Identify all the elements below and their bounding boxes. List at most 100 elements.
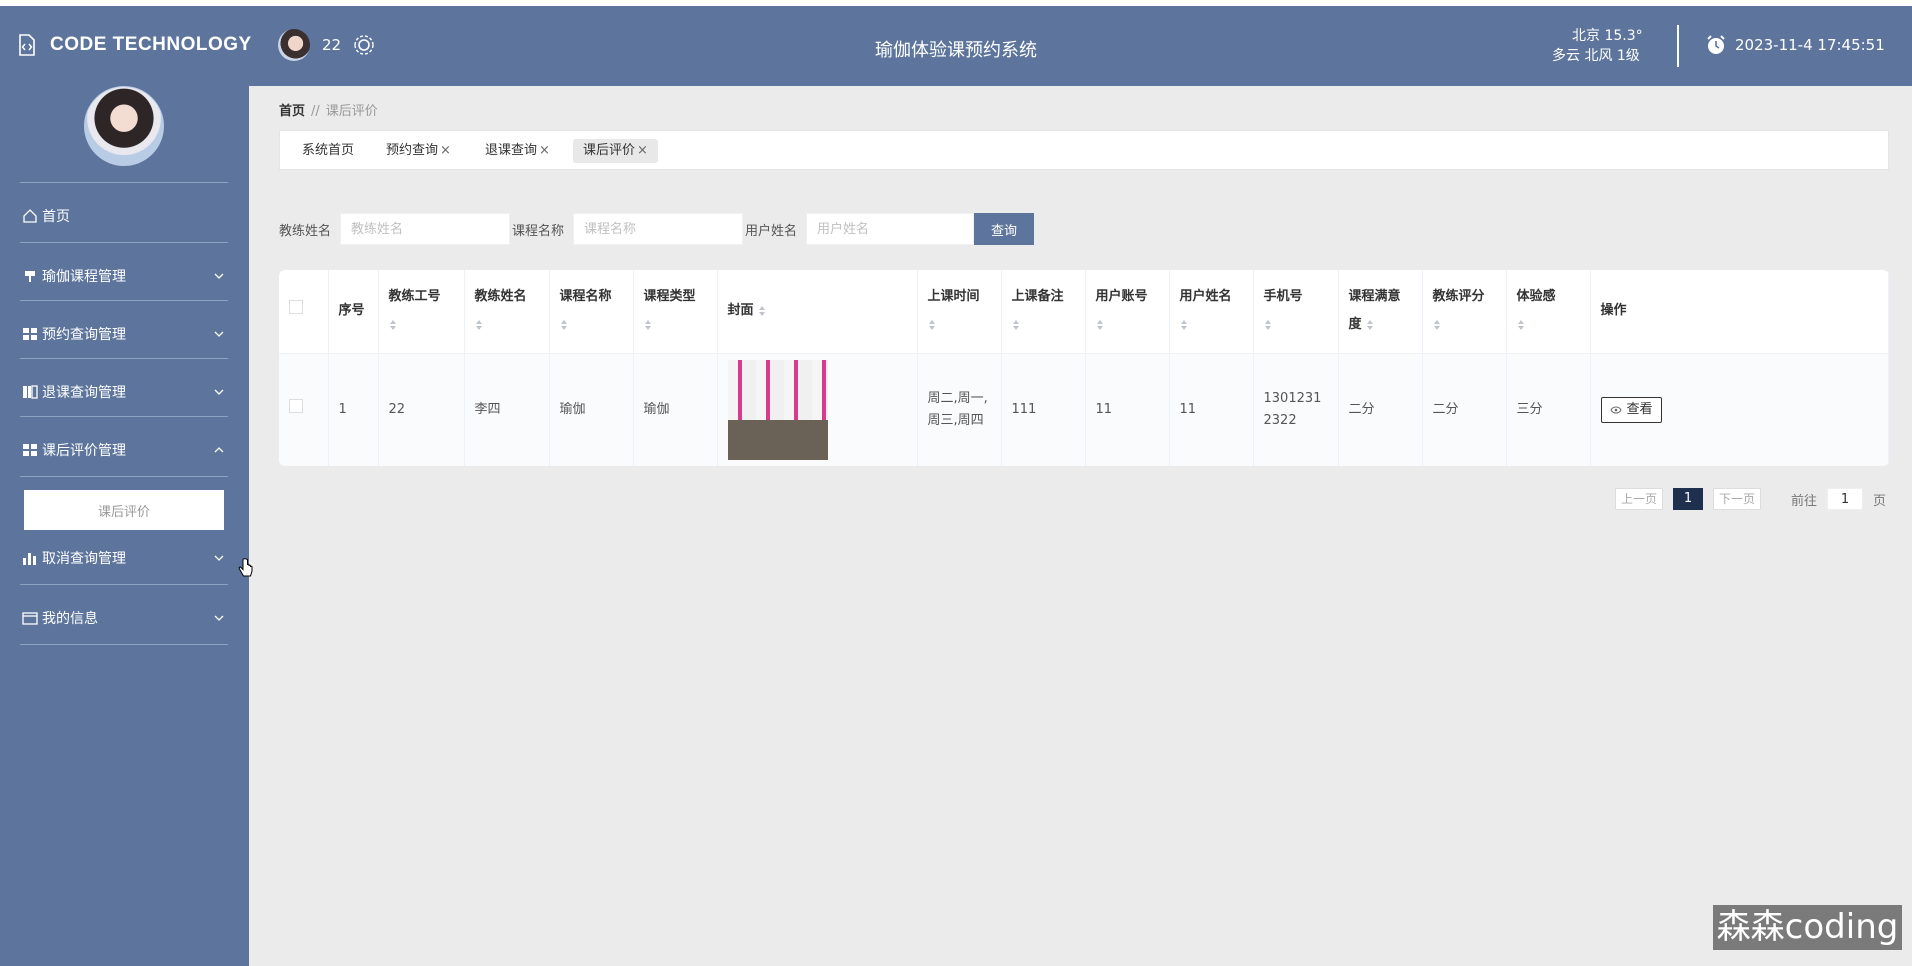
column-header: 序号	[328, 270, 379, 354]
home-icon	[23, 209, 37, 223]
column-header[interactable]: 封面	[717, 270, 918, 354]
breadcrumb-home[interactable]: 首页	[279, 104, 305, 119]
cell-course-name: 瑜伽	[549, 353, 634, 466]
next-page-button[interactable]: 下一页	[1713, 488, 1762, 510]
cell-note: 111	[1001, 353, 1086, 466]
column-header[interactable]: 课程满意度	[1338, 270, 1423, 354]
row-select-cell	[279, 353, 329, 466]
sidebar-item-label: 我的信息	[42, 611, 98, 627]
tab-booking-query[interactable]: 预约查询 ×	[382, 139, 455, 163]
column-header[interactable]: 用户账号	[1085, 270, 1170, 354]
sidebar-item-review-manage[interactable]: 课后评价管理	[22, 438, 232, 462]
sort-icon[interactable]	[1517, 319, 1525, 331]
column-header[interactable]: 课程名称	[549, 270, 634, 354]
goto-page-input[interactable]	[1827, 488, 1864, 510]
column-header-label: 教练姓名	[474, 289, 527, 305]
sort-icon[interactable]	[1012, 319, 1020, 331]
page-number-current[interactable]: 1	[1673, 488, 1704, 510]
prev-page-button[interactable]: 上一页	[1615, 488, 1664, 510]
sidebar-item-home[interactable]: 首页	[22, 204, 232, 228]
table-row: 1 22 李四 瑜伽 瑜伽 周二,周一,周三,周四 111 11 11 1301…	[279, 353, 1889, 466]
bookmark-icon	[25, 271, 35, 282]
eye-icon	[1609, 406, 1622, 414]
chevron-down-icon	[214, 555, 224, 561]
column-header[interactable]: 课程类型	[633, 270, 718, 354]
cell-cover	[717, 353, 918, 466]
cell-coach-score: 二分	[1422, 353, 1507, 466]
cell-index: 1	[328, 353, 379, 466]
page-unit-label: 页	[1873, 493, 1887, 509]
column-header[interactable]: 用户姓名	[1169, 270, 1254, 354]
sort-icon[interactable]	[1366, 319, 1374, 331]
header-avatar[interactable]	[278, 29, 310, 61]
sort-icon[interactable]	[758, 305, 766, 317]
column-header[interactable]: 教练工号	[378, 270, 465, 354]
divider	[20, 300, 228, 301]
sort-icon[interactable]	[928, 319, 936, 331]
column-header[interactable]: 教练评分	[1422, 270, 1507, 354]
weather-location-temp: 北京 15.3°	[1572, 28, 1643, 44]
coach-name-input[interactable]	[340, 213, 511, 245]
view-button-label: 查看	[1626, 401, 1653, 417]
coach-name-label: 教练姓名	[279, 223, 332, 239]
tab-label: 系统首页	[302, 143, 355, 158]
column-header[interactable]: 教练姓名	[464, 270, 550, 354]
book-icon	[23, 385, 38, 399]
sidebar-item-label: 瑜伽课程管理	[42, 269, 126, 285]
sort-icon[interactable]	[1096, 319, 1104, 331]
weather-widget: 北京 15.3° 多云 北风 1级	[1552, 26, 1643, 66]
header-username[interactable]: 22	[322, 36, 341, 54]
data-table: 序号 教练工号 教练姓名 课程名称 课程类型 封面 上课时间 上课备注 用户账号…	[279, 270, 1889, 466]
row-checkbox[interactable]	[289, 398, 303, 413]
view-button[interactable]: 查看	[1600, 396, 1662, 423]
sidebar-item-booking-query[interactable]: 预约查询管理	[22, 322, 232, 346]
tab-withdraw-query[interactable]: 退课查询 ×	[481, 139, 554, 163]
close-icon[interactable]: ×	[440, 143, 451, 158]
sort-icon[interactable]	[1264, 319, 1272, 331]
sidebar-subitem-review[interactable]: 课后评价	[24, 490, 224, 530]
select-all-checkbox[interactable]	[289, 300, 303, 315]
sidebar-item-cancel-query[interactable]: 取消查询管理	[22, 546, 232, 570]
sort-icon[interactable]	[389, 319, 397, 331]
column-header-label: 用户姓名	[1179, 289, 1232, 305]
column-header: 操作	[1590, 270, 1889, 354]
settings-icon[interactable]	[351, 32, 377, 58]
tab-home[interactable]: 系统首页	[298, 139, 358, 163]
system-title: 瑜伽体验课预约系统	[875, 40, 1037, 61]
course-name-label: 课程名称	[512, 223, 565, 239]
card-icon	[22, 612, 38, 625]
sort-icon[interactable]	[560, 319, 568, 331]
search-button[interactable]: 查询	[974, 213, 1035, 245]
column-header[interactable]: 上课备注	[1001, 270, 1086, 354]
sort-icon[interactable]	[1433, 319, 1441, 331]
divider	[20, 416, 228, 417]
cell-coach-name: 李四	[464, 353, 550, 466]
column-header-label: 上课备注	[1011, 289, 1064, 305]
sidebar-item-label: 首页	[42, 209, 70, 225]
column-header[interactable]: 体验感	[1506, 270, 1591, 354]
close-icon[interactable]: ×	[637, 143, 648, 158]
chevron-up-icon	[214, 447, 224, 453]
course-name-input[interactable]	[573, 213, 744, 245]
search-form: 教练姓名 课程名称 用户姓名 查询	[279, 213, 1035, 245]
sidebar-item-label: 课后评价管理	[42, 443, 126, 459]
column-header[interactable]: 上课时间	[917, 270, 1002, 354]
sort-icon[interactable]	[1180, 319, 1188, 331]
column-header-label: 手机号	[1263, 289, 1303, 305]
alarm-clock-icon	[1707, 35, 1725, 54]
column-header[interactable]: 手机号	[1253, 270, 1339, 354]
table-header-row: 序号 教练工号 教练姓名 课程名称 课程类型 封面 上课时间 上课备注 用户账号…	[279, 270, 1889, 354]
sidebar-item-withdraw-query[interactable]: 退课查询管理	[22, 380, 232, 404]
sidebar-item-yoga-course[interactable]: 瑜伽课程管理	[22, 264, 232, 288]
sort-icon[interactable]	[475, 319, 483, 331]
sort-icon[interactable]	[644, 319, 652, 331]
weather-condition: 多云 北风 1级	[1552, 48, 1640, 64]
divider	[20, 182, 228, 183]
tab-review[interactable]: 课后评价 ×	[573, 139, 658, 163]
breadcrumb: 首页 // 课后评价	[279, 100, 378, 119]
pagination: 上一页 1 下一页 前往 页	[1615, 488, 1886, 510]
close-icon[interactable]: ×	[539, 143, 550, 158]
user-name-input[interactable]	[806, 213, 975, 245]
clock: 2023-11-4 17:45:51	[1705, 34, 1885, 56]
sidebar-item-my-info[interactable]: 我的信息	[22, 606, 232, 630]
